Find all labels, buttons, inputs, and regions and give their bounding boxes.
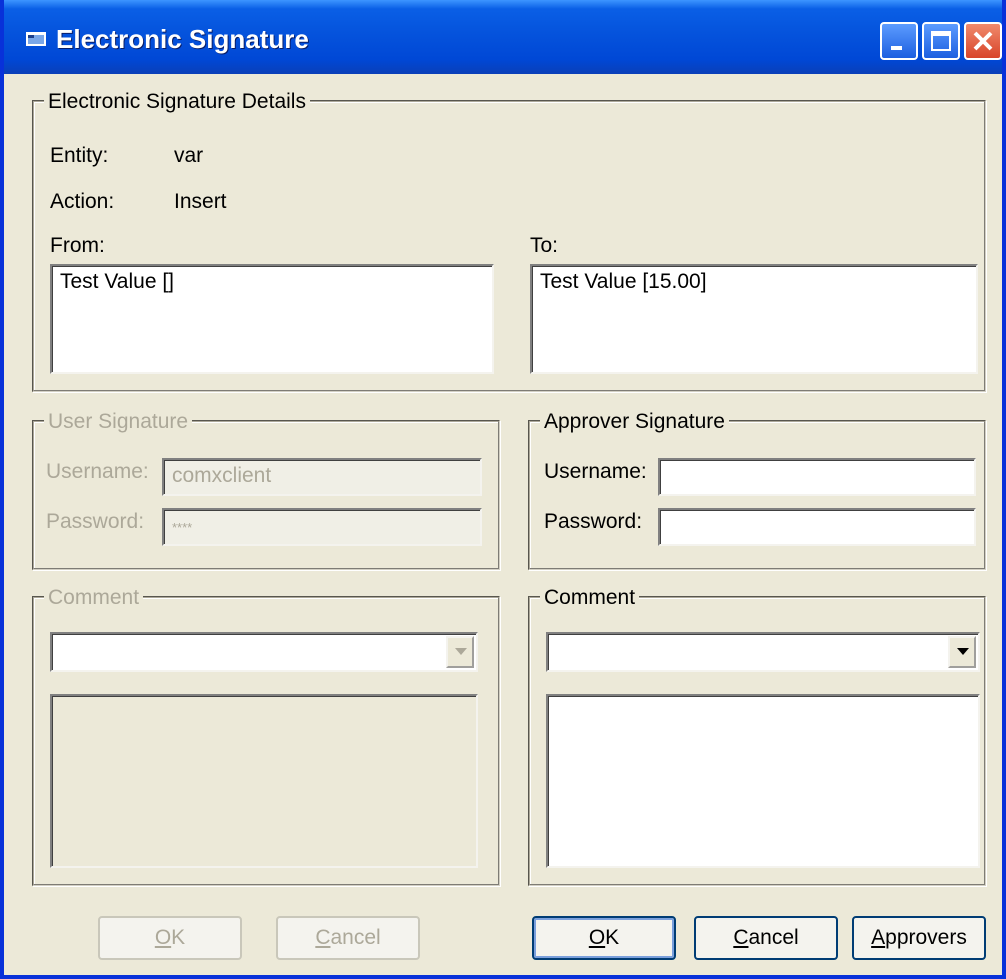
maximize-button[interactable] bbox=[922, 22, 960, 60]
approver-username-label: Username: bbox=[544, 460, 647, 483]
action-label: Action: bbox=[50, 190, 115, 213]
entity-label: Entity: bbox=[50, 144, 109, 167]
user-ok-mnemonic: O bbox=[154, 926, 172, 949]
from-field[interactable]: Test Value [] bbox=[50, 264, 494, 374]
approver-ok-label: K bbox=[605, 926, 620, 949]
to-field[interactable]: Test Value [15.00] bbox=[530, 264, 978, 374]
title-bar[interactable]: Electronic Signature bbox=[4, 0, 1002, 74]
user-comment-group: Comment bbox=[32, 586, 500, 886]
approver-comment-legend: Comment bbox=[540, 586, 640, 610]
approver-ok-button[interactable]: OK bbox=[532, 916, 676, 960]
user-username-field[interactable]: comxclient bbox=[162, 458, 482, 496]
user-cancel-mnemonic: C bbox=[315, 926, 331, 949]
from-label: From: bbox=[50, 234, 105, 257]
user-password-label: Password: bbox=[46, 510, 145, 533]
details-legend: Electronic Signature Details bbox=[44, 90, 310, 114]
approver-password-label: Password: bbox=[544, 510, 643, 533]
user-signature-legend: User Signature bbox=[44, 410, 193, 434]
approvers-button[interactable]: Approvers bbox=[852, 916, 986, 960]
entity-value: var bbox=[174, 144, 204, 167]
approver-ok-mnemonic: O bbox=[588, 926, 606, 949]
approvers-mnemonic: A bbox=[871, 926, 886, 949]
approvers-label: pprovers bbox=[885, 926, 967, 949]
user-comment-text[interactable] bbox=[50, 694, 478, 868]
approver-cancel-button[interactable]: Cancel bbox=[694, 916, 838, 960]
user-comment-legend: Comment bbox=[44, 586, 144, 610]
app-icon bbox=[26, 32, 46, 46]
approver-comment-select[interactable] bbox=[546, 632, 980, 672]
close-icon bbox=[973, 31, 993, 51]
to-label: To: bbox=[530, 234, 559, 257]
user-ok-label: K bbox=[171, 926, 186, 949]
approver-signature-group: Approver Signature Username: Password: bbox=[528, 410, 986, 570]
user-cancel-button[interactable]: Cancel bbox=[276, 916, 420, 960]
user-ok-button[interactable]: OK bbox=[98, 916, 242, 960]
chevron-down-icon[interactable] bbox=[948, 636, 976, 668]
user-comment-select[interactable] bbox=[50, 632, 478, 672]
approver-signature-legend: Approver Signature bbox=[540, 410, 729, 434]
minimize-button[interactable] bbox=[880, 22, 918, 60]
approver-cancel-mnemonic: C bbox=[733, 926, 749, 949]
action-value: Insert bbox=[174, 190, 227, 213]
electronic-signature-window: Electronic Signature Electronic Signatur… bbox=[0, 0, 1006, 979]
window-title: Electronic Signature bbox=[56, 24, 309, 54]
chevron-down-icon[interactable] bbox=[446, 636, 474, 668]
user-username-label: Username: bbox=[46, 460, 149, 483]
minimize-icon bbox=[891, 46, 902, 50]
approver-cancel-label: ancel bbox=[748, 926, 799, 949]
approver-username-field[interactable] bbox=[658, 458, 976, 496]
details-group: Electronic Signature Details Entity: var… bbox=[32, 90, 986, 392]
user-password-field[interactable]: **** bbox=[162, 508, 482, 546]
approver-comment-text[interactable] bbox=[546, 694, 980, 868]
approver-password-field[interactable] bbox=[658, 508, 976, 546]
user-signature-group: User Signature Username: comxclient Pass… bbox=[32, 410, 500, 570]
approver-comment-group: Comment bbox=[528, 586, 986, 886]
maximize-icon bbox=[931, 31, 951, 51]
close-button[interactable] bbox=[964, 22, 1002, 60]
user-cancel-label: ancel bbox=[330, 926, 381, 949]
